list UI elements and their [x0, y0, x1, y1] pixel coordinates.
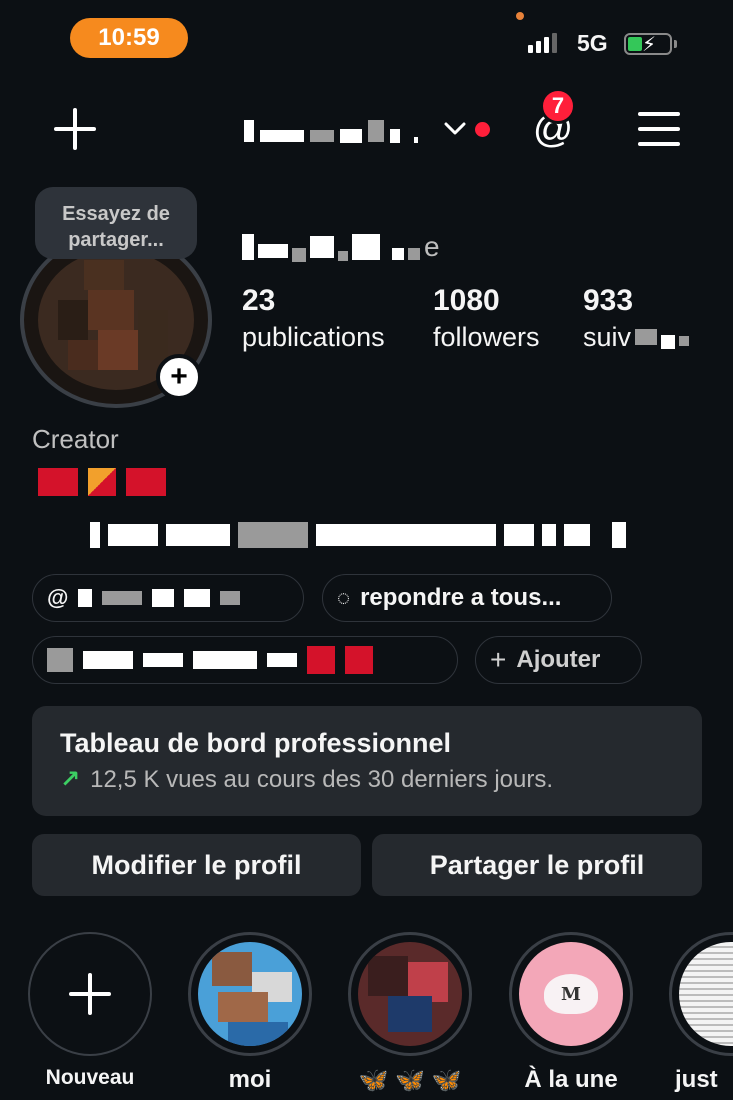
threads-link-chip[interactable]: @: [32, 574, 304, 622]
highlight-item[interactable]: moi: [188, 932, 312, 1094]
notification-badge: 7: [540, 88, 576, 124]
stat-value: 1080: [433, 284, 500, 317]
highlight-item[interactable]: just: [669, 932, 733, 1094]
stat-label: followers: [433, 322, 540, 352]
status-time: 10:59: [70, 18, 188, 58]
new-activity-dot: [475, 122, 490, 137]
highlight-item[interactable]: 🦋 🦋 🦋: [348, 932, 472, 1095]
stat-value: 23: [242, 284, 276, 317]
chevron-down-icon[interactable]: [444, 122, 466, 136]
reply-icon: ◌: [337, 585, 351, 610]
stat-following[interactable]: 933 suiv: [583, 284, 690, 354]
trend-up-icon: ↗: [60, 766, 81, 793]
profile-category: Creator: [32, 424, 119, 454]
highlight-label: À la une: [524, 1066, 618, 1093]
plus-icon: [69, 973, 111, 1015]
create-plus-icon[interactable]: [54, 108, 96, 150]
edit-profile-button[interactable]: Modifier le profil: [32, 834, 361, 896]
add-link-label: Ajouter: [516, 646, 601, 673]
username-switcher[interactable]: [244, 118, 418, 144]
stat-value: 933: [583, 284, 634, 317]
display-name: e: [242, 230, 440, 264]
bio-text: [90, 520, 626, 550]
plus-icon: +: [490, 644, 507, 675]
menu-icon[interactable]: [638, 112, 680, 146]
highlight-label: moi: [228, 1066, 272, 1093]
signal-strength-icon: [528, 33, 557, 53]
add-link-button[interactable]: + Ajouter: [475, 636, 642, 684]
stat-followers[interactable]: 1080 followers: [433, 284, 540, 354]
link-chip[interactable]: [32, 636, 458, 684]
battery-icon: ⚡: [624, 33, 677, 56]
highlight-item[interactable]: M À la une: [509, 932, 633, 1094]
stat-label: suiv: [583, 322, 632, 352]
highlight-label: just: [675, 1066, 718, 1093]
network-type: 5G: [577, 30, 608, 56]
add-story-icon[interactable]: +: [156, 354, 202, 400]
stat-label: publications: [242, 322, 385, 352]
threads-link-icon: @: [47, 585, 69, 610]
camera-indicator-icon: [516, 12, 524, 20]
dashboard-subtitle: 12,5 K vues au cours des 30 derniers jou…: [90, 765, 554, 793]
share-tooltip[interactable]: Essayez de partager...: [35, 187, 197, 259]
highlight-label: 🦋 🦋 🦋: [358, 1067, 462, 1094]
highlight-new[interactable]: Nouveau: [28, 932, 152, 1090]
share-profile-button[interactable]: Partager le profil: [372, 834, 702, 896]
professional-dashboard-card[interactable]: Tableau de bord professionnel ↗ 12,5 K v…: [32, 706, 702, 816]
reply-all-label: repondre a tous...: [360, 584, 562, 611]
highlight-label: Nouveau: [45, 1066, 135, 1089]
dashboard-title: Tableau de bord professionnel: [60, 728, 452, 758]
stat-publications[interactable]: 23 publications: [242, 284, 385, 354]
reply-all-chip[interactable]: ◌ repondre a tous...: [322, 574, 612, 622]
display-name-suffix: e: [424, 231, 440, 262]
bio-emoji-row: [38, 468, 166, 496]
